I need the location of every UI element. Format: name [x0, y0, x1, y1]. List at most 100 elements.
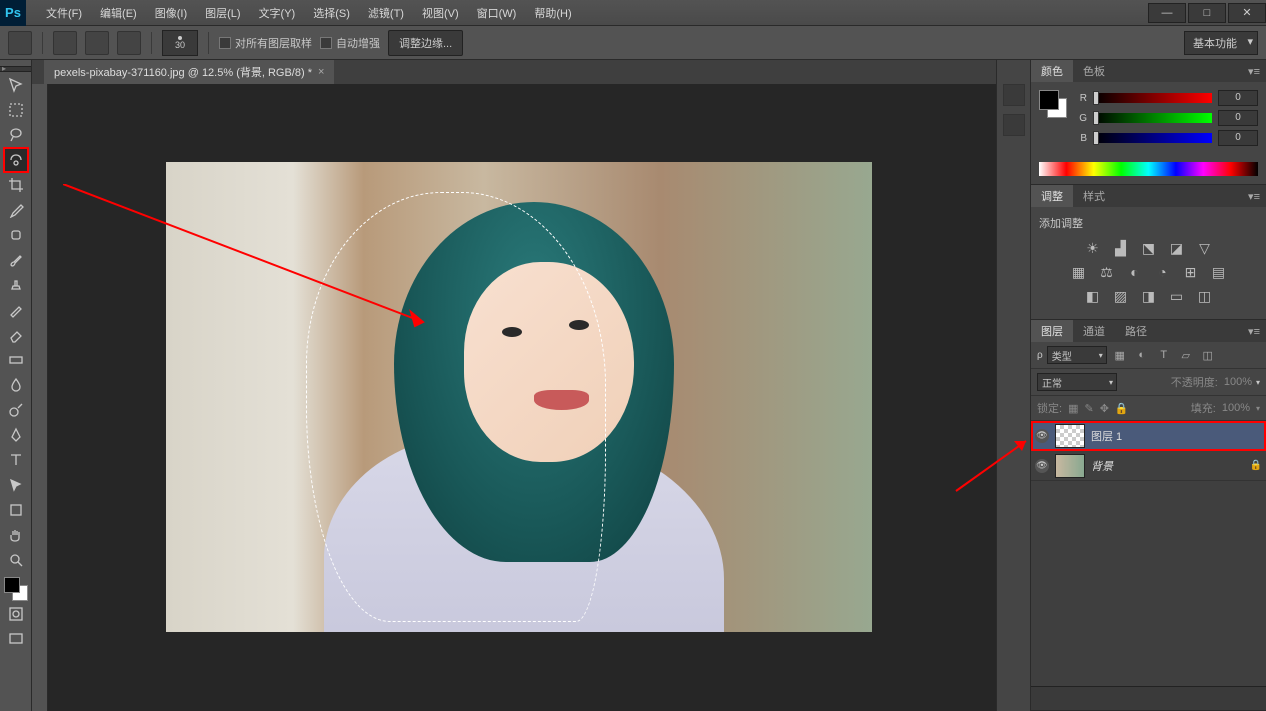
auto-enhance-input[interactable]	[320, 37, 332, 49]
slider-g-track[interactable]	[1093, 113, 1212, 123]
close-button[interactable]: ✕	[1228, 3, 1266, 23]
filter-smart-icon[interactable]: ◫	[1199, 347, 1217, 363]
color-panel-swatch[interactable]	[1039, 90, 1067, 118]
photo-filter-icon[interactable]: ◔	[1153, 263, 1173, 281]
channel-mixer-icon[interactable]: ⊞	[1181, 263, 1201, 281]
lock-trans-icon[interactable]: ▦	[1068, 402, 1078, 415]
bw-icon[interactable]: ◐	[1125, 263, 1145, 281]
foreground-background-colors[interactable]	[4, 577, 28, 601]
brush-tool[interactable]	[4, 248, 28, 272]
slider-g-value[interactable]: 0	[1218, 110, 1258, 126]
tab-swatches[interactable]: 色板	[1073, 60, 1115, 82]
slider-b[interactable]: B 0	[1075, 130, 1258, 146]
hue-icon[interactable]: ▦	[1069, 263, 1089, 281]
lock-all-icon[interactable]: 🔒	[1115, 402, 1129, 415]
filter-adjust-icon[interactable]: ◐	[1133, 347, 1151, 363]
menu-select[interactable]: 选择(S)	[305, 1, 358, 25]
close-tab-icon[interactable]: ×	[318, 66, 324, 78]
filter-shape-icon[interactable]: ▱	[1177, 347, 1195, 363]
layer-name[interactable]: 图层 1	[1091, 428, 1122, 444]
lookup-icon[interactable]: ▤	[1209, 263, 1229, 281]
path-selection-tool[interactable]	[4, 473, 28, 497]
crop-tool[interactable]	[4, 173, 28, 197]
gradient-tool[interactable]	[4, 348, 28, 372]
shape-tool[interactable]	[4, 498, 28, 522]
history-brush-tool[interactable]	[4, 298, 28, 322]
layer-name[interactable]: 背景	[1091, 458, 1113, 474]
history-panel-icon[interactable]	[1003, 84, 1025, 106]
quick-selection-tool[interactable]	[4, 148, 28, 172]
invert-icon[interactable]: ◧	[1083, 287, 1103, 305]
sample-all-layers-checkbox[interactable]: 对所有图层取样	[219, 35, 312, 51]
properties-panel-icon[interactable]	[1003, 114, 1025, 136]
tool-preset-icon[interactable]	[8, 31, 32, 55]
slider-b-value[interactable]: 0	[1218, 130, 1258, 146]
adjust-panel-menu-icon[interactable]: ▾≡	[1242, 190, 1266, 203]
blend-mode-select[interactable]: 正常	[1037, 373, 1117, 391]
layer-thumbnail[interactable]	[1055, 424, 1085, 448]
vibrance-icon[interactable]: ▽	[1195, 239, 1215, 257]
brush-size-picker[interactable]: 30	[162, 30, 198, 56]
toolbar-grip[interactable]	[0, 66, 31, 72]
pen-tool[interactable]	[4, 423, 28, 447]
tab-paths[interactable]: 路径	[1115, 320, 1157, 342]
menu-layer[interactable]: 图层(L)	[197, 1, 248, 25]
dodge-tool[interactable]	[4, 398, 28, 422]
canvas-viewport[interactable]	[32, 84, 996, 711]
type-tool[interactable]	[4, 448, 28, 472]
refine-edge-button[interactable]: 调整边缘...	[388, 30, 463, 56]
gradient-map-icon[interactable]: ▭	[1167, 287, 1187, 305]
slider-r-value[interactable]: 0	[1218, 90, 1258, 106]
menu-edit[interactable]: 编辑(E)	[92, 1, 145, 25]
color-panel-menu-icon[interactable]: ▾≡	[1242, 65, 1266, 78]
layer-item[interactable]: 👁 图层 1	[1031, 421, 1266, 451]
layers-panel-menu-icon[interactable]: ▾≡	[1242, 325, 1266, 338]
slider-r-track[interactable]	[1093, 93, 1212, 103]
healing-brush-tool[interactable]	[4, 223, 28, 247]
auto-enhance-checkbox[interactable]: 自动增强	[320, 35, 380, 51]
menu-window[interactable]: 窗口(W)	[469, 1, 525, 25]
fill-value[interactable]: 100%	[1222, 402, 1250, 414]
curves-icon[interactable]: ⬔	[1139, 239, 1159, 257]
minimize-button[interactable]: —	[1148, 3, 1186, 23]
menu-file[interactable]: 文件(F)	[38, 1, 90, 25]
eyedropper-tool[interactable]	[4, 198, 28, 222]
selection-subtract-icon[interactable]	[117, 31, 141, 55]
exposure-icon[interactable]: ◪	[1167, 239, 1187, 257]
tab-color[interactable]: 颜色	[1031, 60, 1073, 82]
tab-styles[interactable]: 样式	[1073, 185, 1115, 207]
layer-filter-kind[interactable]: 类型	[1047, 346, 1107, 364]
eraser-tool[interactable]	[4, 323, 28, 347]
menu-help[interactable]: 帮助(H)	[526, 1, 579, 25]
brightness-icon[interactable]: ☀	[1083, 239, 1103, 257]
levels-icon[interactable]: ▟	[1111, 239, 1131, 257]
opacity-value[interactable]: 100%	[1224, 376, 1252, 388]
slider-g[interactable]: G 0	[1075, 110, 1258, 126]
posterize-icon[interactable]: ▨	[1111, 287, 1131, 305]
hand-tool[interactable]	[4, 523, 28, 547]
layer-item[interactable]: 👁 背景 🔒	[1031, 451, 1266, 481]
slider-b-track[interactable]	[1093, 133, 1212, 143]
workspace-selector[interactable]: 基本功能	[1184, 31, 1258, 55]
selection-new-icon[interactable]	[53, 31, 77, 55]
balance-icon[interactable]: ⚖	[1097, 263, 1117, 281]
lock-position-icon[interactable]: ✥	[1100, 402, 1109, 415]
menu-image[interactable]: 图像(I)	[147, 1, 195, 25]
marquee-tool[interactable]	[4, 98, 28, 122]
selective-color-icon[interactable]: ◫	[1195, 287, 1215, 305]
tab-layers[interactable]: 图层	[1031, 320, 1073, 342]
threshold-icon[interactable]: ◨	[1139, 287, 1159, 305]
menu-type[interactable]: 文字(Y)	[251, 1, 304, 25]
layer-thumbnail[interactable]	[1055, 454, 1085, 478]
tab-adjustments[interactable]: 调整	[1031, 185, 1073, 207]
layer-visibility-icon[interactable]: 👁	[1035, 429, 1049, 443]
blur-tool[interactable]	[4, 373, 28, 397]
foreground-color[interactable]	[4, 577, 20, 593]
lasso-tool[interactable]	[4, 123, 28, 147]
zoom-tool[interactable]	[4, 548, 28, 572]
menu-filter[interactable]: 滤镜(T)	[360, 1, 412, 25]
selection-add-icon[interactable]	[85, 31, 109, 55]
slider-r[interactable]: R 0	[1075, 90, 1258, 106]
filter-type-icon[interactable]: T	[1155, 347, 1173, 363]
document-tab[interactable]: pexels-pixabay-371160.jpg @ 12.5% (背景, R…	[44, 60, 334, 84]
